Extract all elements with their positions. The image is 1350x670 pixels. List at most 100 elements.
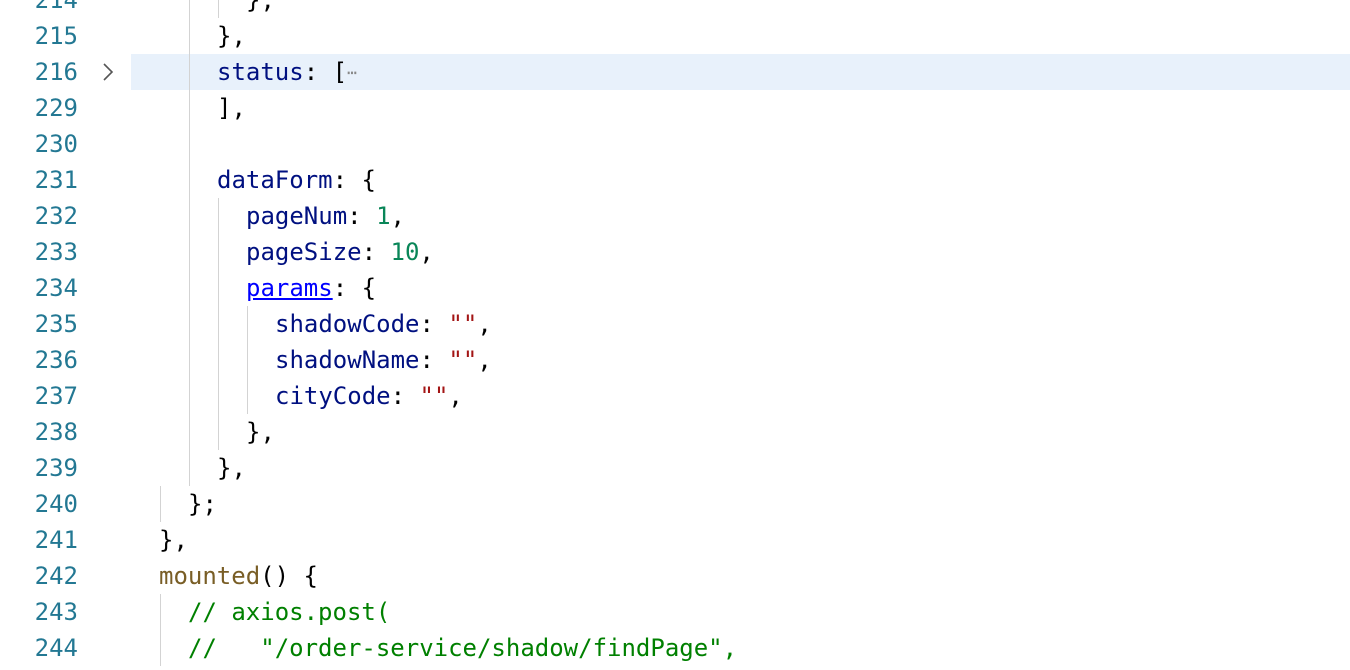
code-text: }; [246,0,275,18]
code-token: () { [260,562,318,590]
indent-guide [189,234,190,270]
code-text: }, [159,522,188,558]
indent-guide [189,54,190,90]
code-token: : { [332,166,376,194]
code-text: shadowCode: "", [275,306,492,342]
code-line[interactable]: 216 status: [⋯ [0,54,1350,90]
code-content[interactable]: }, [131,18,1350,54]
line-number: 235 [34,310,78,338]
line-number: 242 [34,562,78,590]
code-line[interactable]: 232 pageNum: 1, [0,198,1350,234]
line-gutter: 243 [0,594,130,630]
code-token[interactable]: params [246,274,333,302]
code-line[interactable]: 243 // axios.post( [0,594,1350,630]
line-gutter: 237 [0,378,130,414]
code-token: cityCode [275,382,391,410]
code-line[interactable]: 241}, [0,522,1350,558]
code-content[interactable]: shadowCode: "", [131,306,1350,342]
code-text: cityCode: "", [275,378,463,414]
code-content[interactable]: // "/order-service/shadow/findPage", [131,630,1350,666]
code-content[interactable]: params: { [131,270,1350,306]
line-gutter: 230 [0,126,130,162]
code-content[interactable]: shadowName: "", [131,342,1350,378]
line-gutter: 238 [0,414,130,450]
code-token: : { [332,274,377,302]
indent-guide [218,306,219,342]
code-content[interactable]: }, [131,522,1350,558]
code-token: : [390,382,420,410]
code-content[interactable]: }; [131,486,1350,522]
code-token: , [448,382,463,410]
code-content[interactable]: ], [131,90,1350,126]
code-content[interactable]: status: [⋯ [131,54,1350,90]
indent-guide [189,450,190,486]
line-number: 243 [34,598,78,626]
code-line[interactable]: 214}; [0,0,1350,18]
code-token: }, [159,526,188,554]
code-text: status: [⋯ [217,54,357,91]
code-content[interactable]: pageSize: 10, [131,234,1350,270]
code-content[interactable]: }, [131,450,1350,486]
line-number: 231 [34,166,78,194]
code-line[interactable]: 235 shadowCode: "", [0,306,1350,342]
code-content[interactable]: }; [131,0,1350,18]
code-token: pageSize [246,238,362,266]
code-line[interactable]: 239}, [0,450,1350,486]
line-gutter: 231 [0,162,130,198]
code-line[interactable]: 215}, [0,18,1350,54]
code-content[interactable]: mounted() { [131,558,1350,594]
code-editor[interactable]: 214}; 215}, 216 status: [⋯ 229], 230 231 dataFo… [0,0,1350,666]
code-line[interactable]: 237 cityCode: "", [0,378,1350,414]
code-token: 1 [376,202,391,230]
code-token: "" [448,346,478,374]
code-content[interactable]: dataForm: { [131,162,1350,198]
code-text: ], [217,90,246,126]
code-content[interactable] [131,126,1350,162]
code-line[interactable]: 233 pageSize: 10, [0,234,1350,270]
indent-guide [247,306,248,342]
code-content[interactable]: // axios.post( [131,594,1350,630]
indent-guide [189,378,190,414]
indent-guide [160,630,161,666]
code-token: : [347,202,377,230]
indent-guide [189,270,190,306]
code-content[interactable]: pageNum: 1, [131,198,1350,234]
code-token: : [361,238,391,266]
code-line[interactable]: 234 params: { [0,270,1350,306]
code-line[interactable]: 229], [0,90,1350,126]
line-gutter: 239 [0,450,130,486]
code-line[interactable]: 242 mounted() { [0,558,1350,594]
line-number: 229 [34,94,78,122]
code-token: }, [246,418,275,446]
line-gutter: 236 [0,342,130,378]
indent-guide [189,198,190,234]
code-line[interactable]: 238}, [0,414,1350,450]
code-line[interactable]: 244 // "/order-service/shadow/findPage", [0,630,1350,666]
indent-guide [218,414,219,450]
indent-guide [189,126,190,162]
code-text: }, [217,450,246,486]
chevron-right-icon[interactable] [98,54,118,90]
indent-guide [218,198,219,234]
folded-ellipsis-icon[interactable]: ⋯ [347,63,357,82]
line-number: 234 [34,274,78,302]
code-token: pageNum [246,202,348,230]
code-token: "" [448,310,478,338]
code-text: params: { [246,270,376,306]
indent-guide [218,0,219,18]
code-content[interactable]: }, [131,414,1350,450]
code-content[interactable]: cityCode: "", [131,378,1350,414]
code-text: }; [188,486,217,522]
code-token: }, [217,22,246,50]
code-line[interactable]: 236 shadowName: "", [0,342,1350,378]
line-gutter: 235 [0,306,130,342]
code-line[interactable]: 230 [0,126,1350,162]
indent-guide [189,306,190,342]
code-text: pageNum: 1, [246,198,405,234]
code-token: // axios.post( [188,598,391,626]
indent-guide [189,18,190,54]
code-line[interactable]: 240}; [0,486,1350,522]
code-token: , [390,202,405,230]
code-text: shadowName: "", [275,342,492,378]
code-line[interactable]: 231 dataForm: { [0,162,1350,198]
